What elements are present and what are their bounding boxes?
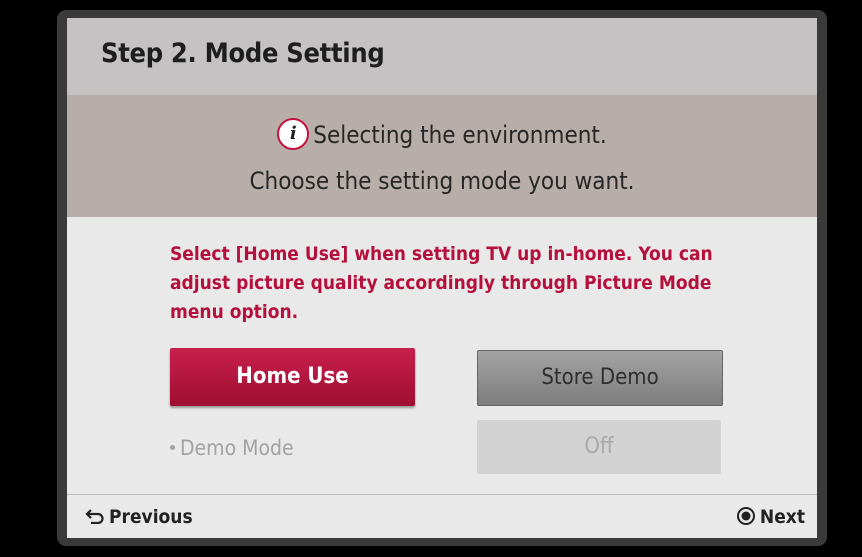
next-label: Next xyxy=(759,506,805,528)
environment-heading-text: Selecting the environment. xyxy=(313,121,607,149)
info-icon: i xyxy=(277,118,310,150)
back-arrow-icon xyxy=(85,508,104,524)
demo-mode-label-text: Demo Mode xyxy=(180,436,294,460)
dialog-title: Step 2. Mode Setting xyxy=(101,38,385,69)
footer-divider xyxy=(67,494,817,495)
demo-mode-label: Demo Mode xyxy=(170,436,294,460)
home-use-button[interactable]: Home Use xyxy=(170,348,415,406)
title-bar: Step 2. Mode Setting xyxy=(67,18,817,95)
demo-mode-toggle[interactable]: Off xyxy=(477,420,721,474)
next-button[interactable]: Next xyxy=(736,506,805,528)
store-demo-button[interactable]: Store Demo xyxy=(477,350,723,406)
previous-button[interactable]: Previous xyxy=(85,506,193,528)
environment-band: i Selecting the environment. Choose the s… xyxy=(67,95,817,217)
mode-setting-dialog: Step 2. Mode Setting i Selecting the envi… xyxy=(67,18,817,538)
previous-label: Previous xyxy=(109,506,193,528)
bullet-icon xyxy=(170,444,175,450)
ok-button-icon xyxy=(736,506,755,525)
mode-description: Select [Home Use] when setting TV up in-… xyxy=(170,243,713,323)
environment-subheading: Choose the setting mode you want. xyxy=(249,167,635,195)
environment-heading: i Selecting the environment. xyxy=(67,118,817,152)
